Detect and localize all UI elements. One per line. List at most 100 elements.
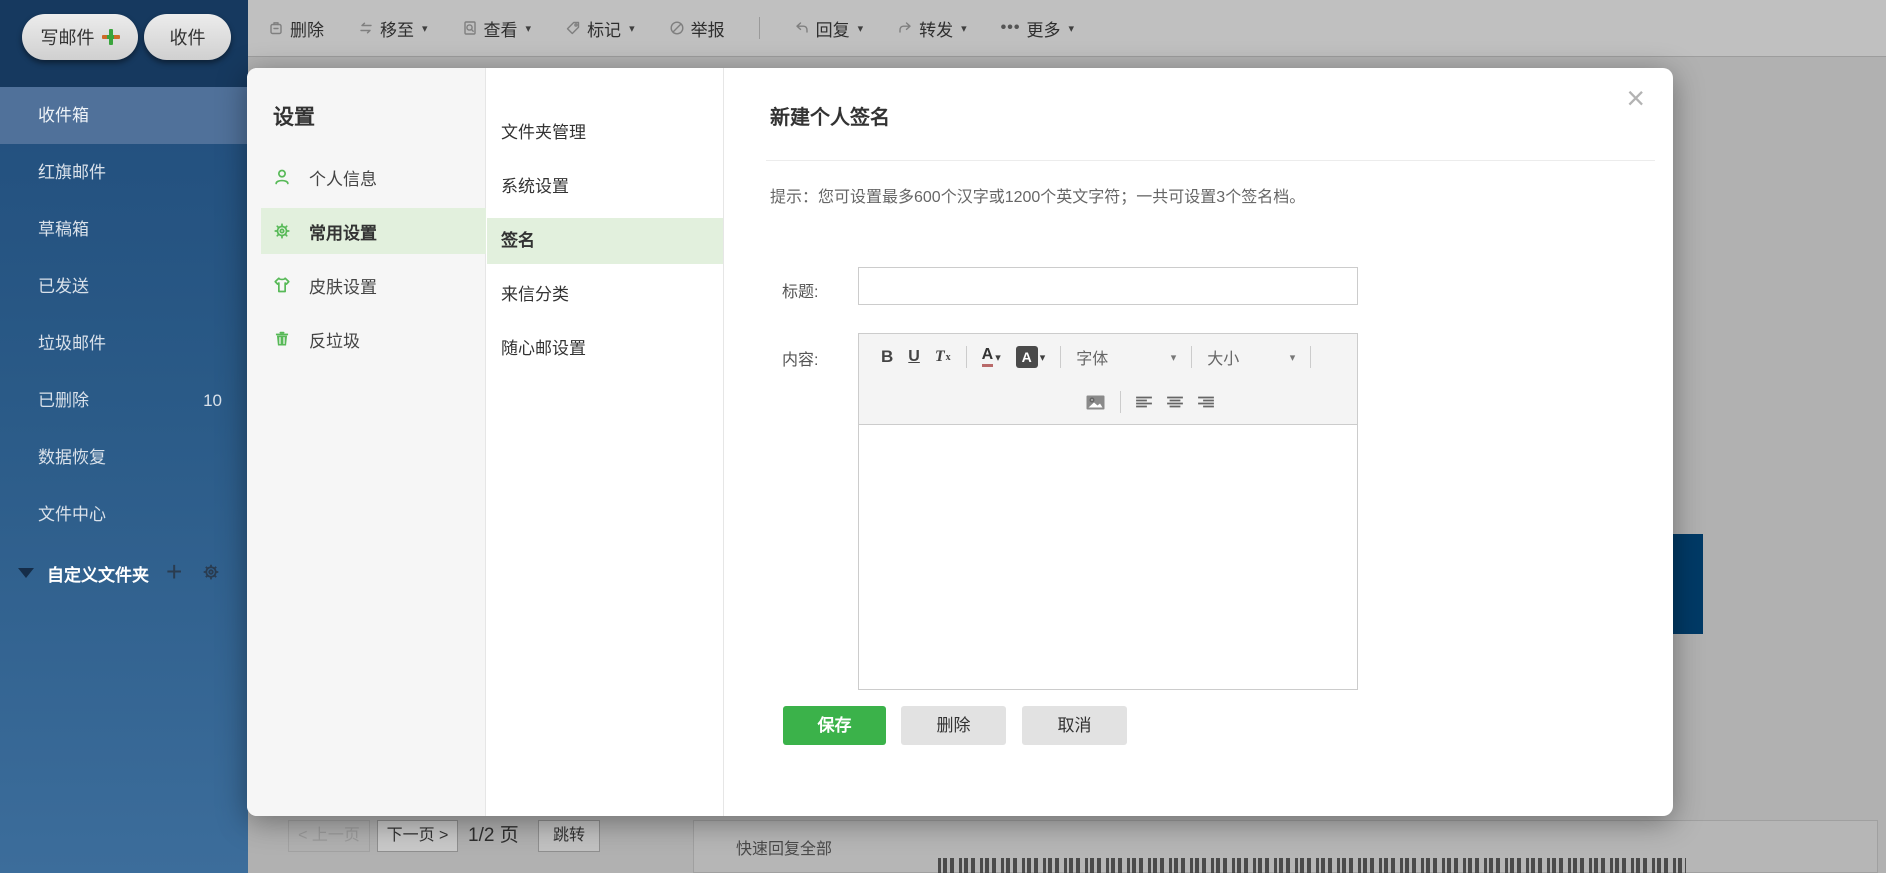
font-size-value: 大小 [1207,351,1240,368]
signature-panel: 新建个人签名 × 提示：您可设置最多600个汉字或1200个英文字符；一共可设置… [724,68,1673,816]
folder-label: 数据恢复 [38,448,106,467]
settings-title: 设置 [273,106,315,129]
folder-label: 文件中心 [38,505,106,524]
move-to-button[interactable]: 移至 ▾ [358,16,428,41]
content-field-label: 内容: [782,352,819,369]
page-title: 新建个人签名 [770,107,890,129]
highlight-a-icon: A [1015,346,1038,368]
chevron-down-icon: ▾ [1170,351,1177,364]
nav-label: 常用设置 [309,223,377,243]
sidebar-item-file-center[interactable]: 文件中心 [0,486,248,543]
bold-button[interactable]: B [881,347,893,367]
toolbar-separator [758,17,760,39]
underline-button[interactable]: U [908,348,920,366]
font-color-button[interactable]: A ▾ [981,347,1001,367]
clear-format-button[interactable]: Tx [935,348,951,366]
reply-label: 回复 [815,20,850,40]
font-size-select[interactable]: 大小 ▾ [1207,345,1295,369]
next-page-button[interactable]: 下一页 > [377,820,458,852]
align-center-button[interactable] [1167,396,1183,409]
nav-item-skin-settings[interactable]: 皮肤设置 [261,262,486,308]
prev-page-button[interactable]: < 上一页 [288,820,370,852]
move-to-label: 移至 [380,20,414,40]
align-left-icon [1136,396,1152,407]
more-button[interactable]: ••• 更多 ▾ [1001,16,1074,41]
move-arrows-icon [360,22,372,34]
clipped-text-row [938,858,1686,873]
delete-signature-button[interactable]: 删除 [901,706,1006,745]
folder-list: 收件箱 红旗邮件 草稿箱 已发送 垃圾邮件 已删除 10 数据恢复 文件中心 [0,87,248,543]
quick-reply-label: 快速回复全部 [736,841,833,858]
editor-separator [1191,346,1193,368]
jump-page-button[interactable]: 跳转 [538,820,600,852]
reply-arrow-icon [795,22,808,33]
sidebar-item-deleted[interactable]: 已删除 10 [0,372,248,429]
receive-button[interactable]: 收件 [144,14,231,60]
save-button[interactable]: 保存 [783,706,886,745]
subnav-item-folder-management[interactable]: 文件夹管理 [487,110,723,156]
delete-label: 删除 [290,20,324,40]
folder-label: 收件箱 [38,106,89,125]
font-family-select[interactable]: 字体 ▾ [1076,345,1176,369]
mail-app-window: 删除 移至 ▾ 查看 ▾ 标记 ▾ 举报 回复 ▾ 转发 ▾ ••• 更多 ▾ … [0,0,1886,873]
sidebar-item-flagged[interactable]: 红旗邮件 [0,144,248,201]
subnav-item-signature[interactable]: 签名 [487,218,723,264]
compose-button[interactable]: 写邮件 [22,14,138,60]
subnav-item-suixin-mail[interactable]: 随心邮设置 [487,326,723,372]
nav-label: 皮肤设置 [309,277,377,297]
folder-label: 红旗邮件 [38,163,106,182]
header-divider [766,160,1655,161]
font-family-value: 字体 [1076,351,1109,368]
editor-separator [965,346,967,368]
compose-plus-icon [101,28,120,46]
forward-arrow-icon [899,22,911,33]
custom-folders-label: 自定义文件夹 [47,565,149,585]
clear-format-t: T [934,348,945,365]
add-folder-button[interactable]: + [166,555,182,589]
report-button[interactable]: 举报 [669,16,725,41]
mark-label: 标记 [587,20,622,40]
report-label: 举报 [690,20,725,40]
forward-button[interactable]: 转发 ▾ [897,16,967,41]
insert-image-button[interactable] [1086,395,1105,410]
delete-button[interactable]: 删除 [268,16,324,41]
subnav-item-mail-classification[interactable]: 来信分类 [487,272,723,318]
nav-item-common-settings[interactable]: 常用设置 [261,208,486,254]
view-button[interactable]: 查看 ▾ [462,16,531,41]
sidebar-item-data-recovery[interactable]: 数据恢复 [0,429,248,486]
sidebar-item-inbox[interactable]: 收件箱 [0,87,248,144]
folder-label: 垃圾邮件 [38,334,106,353]
align-right-button[interactable] [1198,396,1214,409]
trash-icon [275,331,289,346]
close-icon[interactable]: × [1626,82,1645,114]
chevron-down-icon: ▾ [961,22,967,35]
settings-nav-list: 个人信息 常用设置 皮肤设置 反垃圾 [247,154,486,370]
shirt-icon [274,277,290,293]
clear-format-x: x [945,351,951,363]
folder-settings-button[interactable] [202,563,220,586]
editor-separator [1120,391,1121,413]
nav-item-personal-info[interactable]: 个人信息 [261,154,486,200]
collapse-triangle-icon [18,568,34,578]
font-color-a-icon: A [981,347,994,367]
mark-button[interactable]: 标记 ▾ [565,16,635,41]
highlight-color-button[interactable]: A ▾ [1015,346,1045,368]
custom-folders-section[interactable]: 自定义文件夹 + [0,555,248,591]
subnav-item-system-settings[interactable]: 系统设置 [487,164,723,210]
sidebar-item-drafts[interactable]: 草稿箱 [0,201,248,258]
sidebar-item-spam[interactable]: 垃圾邮件 [0,315,248,372]
cancel-button[interactable]: 取消 [1022,706,1127,745]
signature-title-input[interactable] [858,267,1358,305]
compose-label: 写邮件 [40,28,95,48]
reply-button[interactable]: 回复 ▾ [794,16,863,41]
settings-subnav-panel: 文件夹管理 系统设置 签名 来信分类 随心邮设置 [487,68,724,816]
mail-toolbar: 删除 移至 ▾ 查看 ▾ 标记 ▾ 举报 回复 ▾ 转发 ▾ ••• 更多 ▾ [248,0,1886,57]
nav-item-anti-spam[interactable]: 反垃圾 [261,316,486,362]
receive-label: 收件 [169,28,206,48]
deleted-count-badge: 10 [203,391,222,410]
page-indicator: 1/2 页 [468,825,519,846]
sidebar-item-sent[interactable]: 已发送 [0,258,248,315]
settings-subnav-list: 文件夹管理 系统设置 签名 来信分类 随心邮设置 [487,110,723,380]
align-left-button[interactable] [1136,396,1152,409]
signature-content-area[interactable] [859,425,1357,689]
